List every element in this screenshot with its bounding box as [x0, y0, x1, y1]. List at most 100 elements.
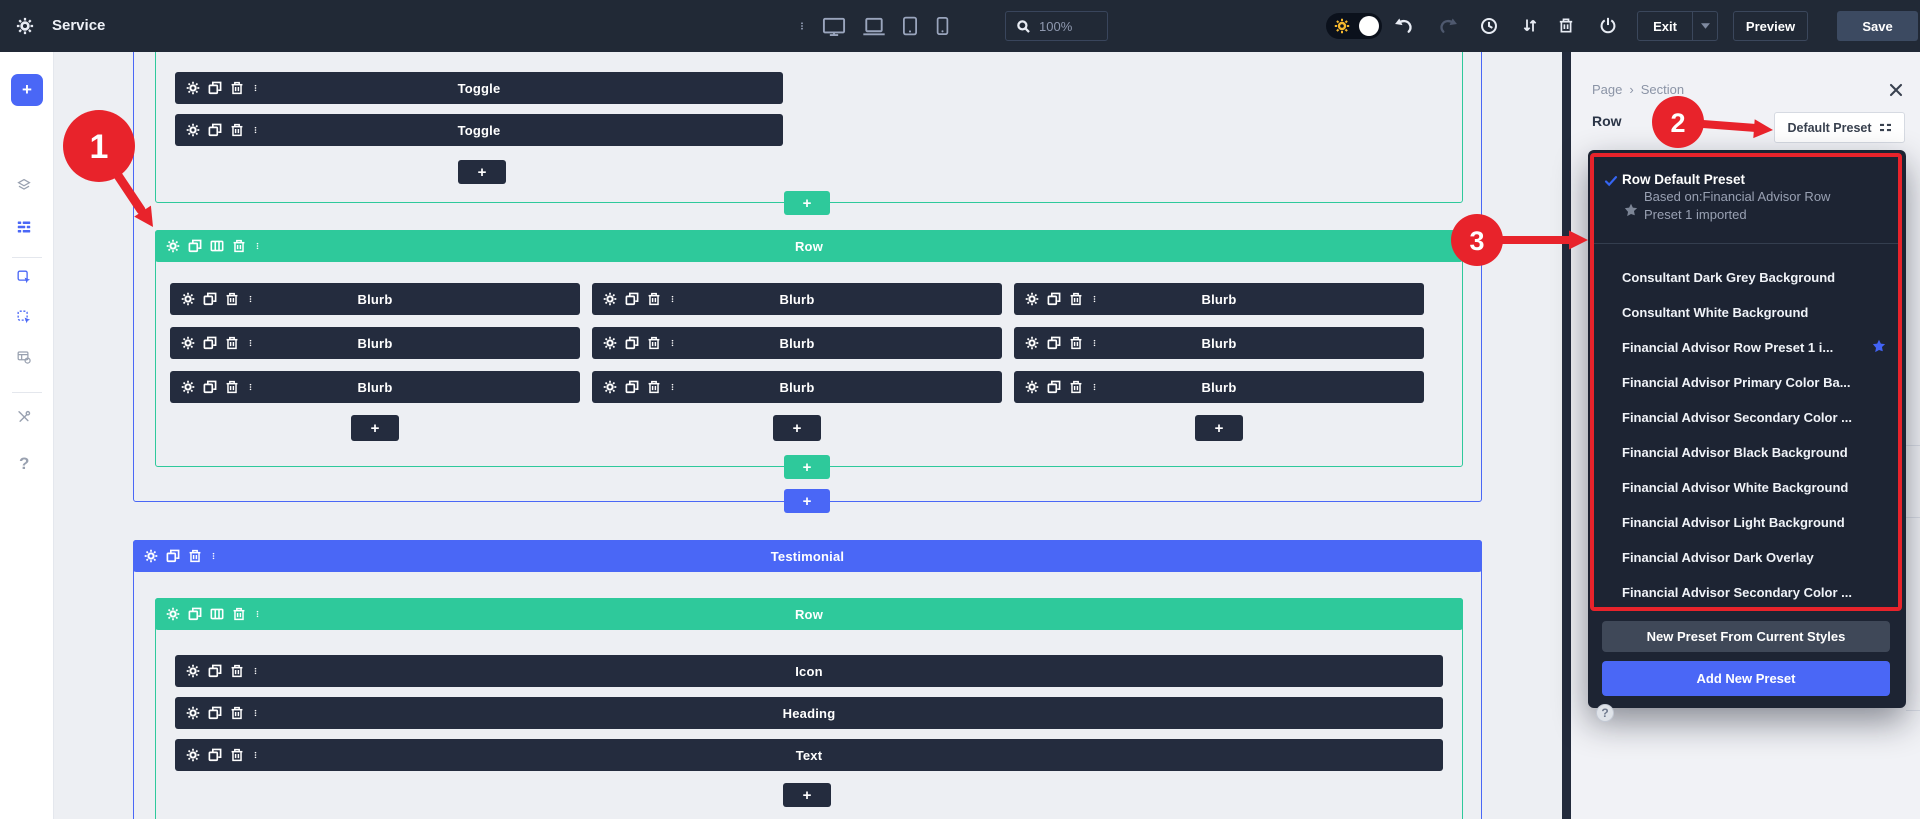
dots-menu-icon[interactable]	[1091, 380, 1098, 394]
exit-dropdown[interactable]	[1692, 12, 1717, 40]
trash-icon[interactable]	[225, 336, 239, 350]
blurb-module-bar[interactable]: Blurb	[592, 327, 1002, 359]
testimonial-section-bar[interactable]: Testimonial	[133, 540, 1482, 572]
gear-icon[interactable]	[186, 664, 200, 678]
add-new-preset-button[interactable]: Add New Preset	[1602, 661, 1890, 696]
trash-icon[interactable]	[1069, 336, 1083, 350]
gear-icon[interactable]	[181, 292, 195, 306]
trash-icon[interactable]	[1069, 292, 1083, 306]
preset-list-item[interactable]: Financial Advisor Row Preset 1 i...	[1592, 330, 1902, 365]
duplicate-icon[interactable]	[625, 336, 639, 350]
dots-menu-icon[interactable]	[210, 549, 217, 563]
preset-list-item[interactable]: Consultant White Background	[1592, 295, 1902, 330]
trash-icon[interactable]	[225, 380, 239, 394]
columns-icon[interactable]	[210, 607, 224, 621]
trash-icon[interactable]	[230, 664, 244, 678]
preset-list-item[interactable]: Financial Advisor Secondary Color ...	[1592, 575, 1902, 610]
gear-icon[interactable]	[603, 336, 617, 350]
close-icon[interactable]	[1889, 83, 1903, 97]
duplicate-icon[interactable]	[166, 549, 180, 563]
history-icon[interactable]	[1480, 17, 1498, 35]
blurb-module-bar[interactable]: Blurb	[170, 283, 580, 315]
trash-icon[interactable]	[647, 336, 661, 350]
gear-icon[interactable]	[181, 336, 195, 350]
preset-list-item[interactable]: Financial Advisor Black Background	[1592, 435, 1902, 470]
preset-list-item[interactable]: Financial Advisor White Background	[1592, 470, 1902, 505]
icon-module-bar[interactable]: Icon	[175, 655, 1443, 687]
duplicate-icon[interactable]	[203, 292, 217, 306]
duplicate-icon[interactable]	[208, 748, 222, 762]
trash-icon[interactable]	[1069, 380, 1083, 394]
dots-menu-icon[interactable]	[669, 336, 676, 350]
toggle-module-bar[interactable]: Toggle	[175, 72, 783, 104]
more-options-icon[interactable]	[798, 17, 806, 35]
add-module-button[interactable]: +	[1195, 415, 1243, 441]
tools-icon[interactable]	[17, 410, 31, 424]
gear-icon[interactable]	[144, 549, 158, 563]
dots-menu-icon[interactable]	[247, 336, 254, 350]
zoom-control[interactable]: 100%	[1005, 11, 1108, 41]
help-icon[interactable]: ?	[19, 454, 29, 474]
gear-icon[interactable]	[166, 239, 180, 253]
help-icon[interactable]: ?	[1596, 704, 1614, 722]
add-section-button[interactable]: +	[784, 489, 830, 513]
duplicate-icon[interactable]	[208, 123, 222, 137]
duplicate-icon[interactable]	[625, 292, 639, 306]
dots-menu-icon[interactable]	[247, 292, 254, 306]
undo-icon[interactable]	[1394, 17, 1414, 34]
gear-icon[interactable]	[166, 607, 180, 621]
duplicate-icon[interactable]	[1047, 336, 1061, 350]
duplicate-icon[interactable]	[203, 380, 217, 394]
dots-menu-icon[interactable]	[254, 607, 261, 621]
trash-icon[interactable]	[230, 748, 244, 762]
dots-menu-icon[interactable]	[252, 123, 259, 137]
redo-icon[interactable]	[1438, 17, 1458, 34]
gear-icon[interactable]	[603, 292, 617, 306]
exit-button[interactable]: Exit	[1637, 11, 1718, 41]
save-button[interactable]: Save	[1837, 11, 1918, 41]
gear-icon[interactable]	[603, 380, 617, 394]
columns-icon[interactable]	[210, 239, 224, 253]
trash-icon[interactable]	[230, 706, 244, 720]
select-icon[interactable]	[17, 270, 31, 284]
preview-button[interactable]: Preview	[1733, 11, 1808, 41]
trash-icon[interactable]	[232, 239, 246, 253]
gear-icon[interactable]	[1025, 292, 1039, 306]
trash-icon[interactable]	[230, 81, 244, 95]
preset-list-item[interactable]: Financial Advisor Primary Color Ba...	[1592, 365, 1902, 400]
blurb-module-bar[interactable]: Blurb	[1014, 371, 1424, 403]
gear-icon[interactable]	[181, 380, 195, 394]
phone-view-icon[interactable]	[936, 16, 949, 36]
dots-menu-icon[interactable]	[1091, 336, 1098, 350]
breadcrumb-section[interactable]: Section	[1641, 82, 1684, 97]
duplicate-icon[interactable]	[1047, 292, 1061, 306]
gear-icon[interactable]	[1025, 380, 1039, 394]
saved-layouts-icon[interactable]	[17, 350, 31, 364]
add-row-button[interactable]: +	[784, 191, 830, 215]
preset-list-item[interactable]: Financial Advisor Light Background	[1592, 505, 1902, 540]
builder-mode-toggle[interactable]	[1326, 13, 1382, 39]
dots-menu-icon[interactable]	[669, 380, 676, 394]
row-bar[interactable]: Row	[155, 230, 1463, 262]
trash-icon[interactable]	[232, 607, 246, 621]
gear-icon[interactable]	[186, 706, 200, 720]
dots-menu-icon[interactable]	[252, 748, 259, 762]
preset-list-item[interactable]: Financial Advisor Secondary Color ...	[1592, 400, 1902, 435]
text-module-bar[interactable]: Text	[175, 739, 1443, 771]
gear-icon[interactable]	[1025, 336, 1039, 350]
dots-menu-icon[interactable]	[254, 239, 261, 253]
toggle-module-bar[interactable]: Toggle	[175, 114, 783, 146]
preset-list-item[interactable]: Consultant Dark Grey Background	[1592, 260, 1902, 295]
trash-icon[interactable]	[188, 549, 202, 563]
trash-icon[interactable]	[647, 380, 661, 394]
gear-icon[interactable]	[186, 123, 200, 137]
dots-menu-icon[interactable]	[252, 664, 259, 678]
preset-list-item[interactable]: Financial Advisor Dark Overlay	[1592, 540, 1902, 575]
add-row-button[interactable]: +	[784, 455, 830, 479]
laptop-view-icon[interactable]	[862, 17, 886, 36]
trash-icon[interactable]	[225, 292, 239, 306]
multiselect-icon[interactable]	[17, 310, 31, 324]
gear-icon[interactable]	[186, 81, 200, 95]
dots-menu-icon[interactable]	[1091, 292, 1098, 306]
blurb-module-bar[interactable]: Blurb	[1014, 327, 1424, 359]
